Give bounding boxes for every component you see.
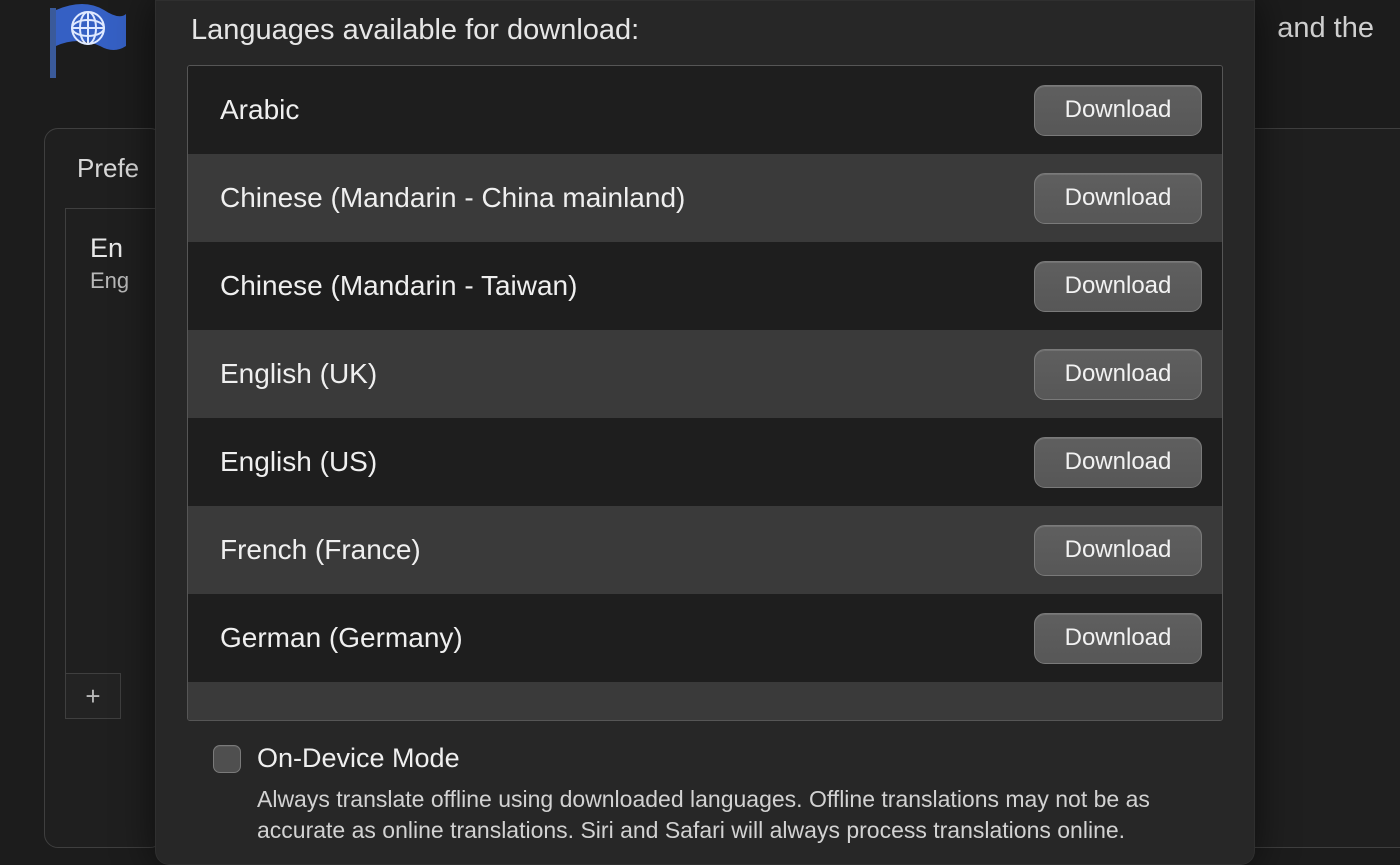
background-right-panel <box>1240 128 1400 848</box>
download-button[interactable]: Download <box>1034 525 1202 576</box>
language-name: Chinese (Mandarin - Taiwan) <box>220 270 577 302</box>
preferred-language-native: Eng <box>90 268 163 294</box>
language-row[interactable]: Chinese (Mandarin - Taiwan) Download <box>188 242 1222 330</box>
background-trailing-text: and the <box>1277 12 1374 45</box>
language-name: German (Germany) <box>220 622 463 654</box>
translation-languages-sheet: Languages available for download: Arabic… <box>155 0 1255 865</box>
on-device-mode-description: Always translate offline using downloade… <box>257 784 1217 846</box>
globe-flag-icon <box>44 2 134 94</box>
language-download-list[interactable]: Arabic Download Chinese (Mandarin - Chin… <box>187 65 1223 721</box>
language-row[interactable]: French (France) Download <box>188 506 1222 594</box>
download-button[interactable]: Download <box>1034 261 1202 312</box>
on-device-mode-section: On-Device Mode Always translate offline … <box>213 743 1219 846</box>
preferred-languages-label: Prefe <box>45 153 163 200</box>
preferred-languages-panel: Prefe En Eng + <box>44 128 164 848</box>
preferred-languages-list: En Eng + <box>65 208 163 718</box>
on-device-mode-checkbox[interactable] <box>213 745 241 773</box>
download-button[interactable]: Download <box>1034 613 1202 664</box>
language-name: French (France) <box>220 534 421 566</box>
language-name: English (UK) <box>220 358 377 390</box>
language-row[interactable]: English (UK) Download <box>188 330 1222 418</box>
language-name: Chinese (Mandarin - China mainland) <box>220 182 685 214</box>
language-row[interactable]: German (Germany) Download <box>188 594 1222 682</box>
language-row[interactable]: Chinese (Mandarin - China mainland) Down… <box>188 154 1222 242</box>
plus-icon: + <box>85 681 100 712</box>
language-name: Arabic <box>220 94 299 126</box>
add-language-button[interactable]: + <box>65 673 121 719</box>
download-button[interactable]: Download <box>1034 85 1202 136</box>
download-button[interactable]: Download <box>1034 349 1202 400</box>
on-device-mode-title: On-Device Mode <box>257 743 460 774</box>
language-name: English (US) <box>220 446 377 478</box>
preferred-language-name: En <box>90 233 163 264</box>
language-row[interactable]: Arabic Download <box>188 66 1222 154</box>
download-button[interactable]: Download <box>1034 437 1202 488</box>
language-row[interactable]: English (US) Download <box>188 418 1222 506</box>
download-button[interactable]: Download <box>1034 173 1202 224</box>
language-row-partial[interactable] <box>188 682 1222 721</box>
sheet-heading: Languages available for download: <box>155 0 1255 65</box>
